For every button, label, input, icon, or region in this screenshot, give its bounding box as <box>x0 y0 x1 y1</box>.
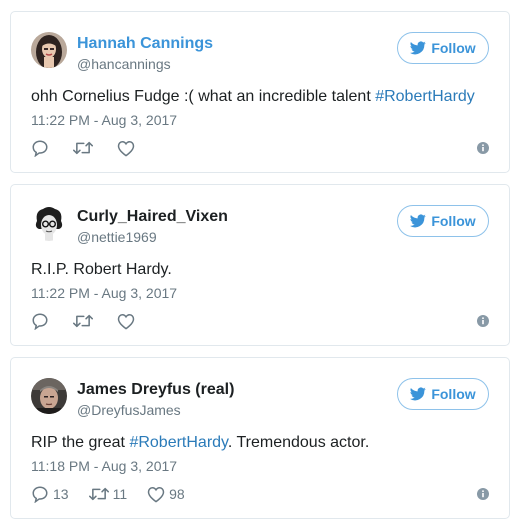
reply-button[interactable]: 13 <box>31 485 69 503</box>
avatar[interactable] <box>31 378 67 414</box>
retweet-icon <box>73 314 93 328</box>
avatar[interactable] <box>31 32 67 68</box>
info-icon[interactable] <box>477 142 489 154</box>
tweet-text: ohh Cornelius Fudge :( what an incredibl… <box>31 86 475 108</box>
follow-label: Follow <box>431 386 476 402</box>
twitter-bird-icon <box>410 214 427 228</box>
tweet-text: RIP the great #RobertHardy. Tremendous a… <box>31 432 369 454</box>
reply-button[interactable] <box>31 139 53 157</box>
heart-icon <box>117 313 135 330</box>
like-button[interactable] <box>117 140 139 157</box>
author-name[interactable]: Curly_Haired_Vixen <box>77 207 228 227</box>
heart-icon <box>147 486 165 503</box>
reply-icon <box>32 140 48 157</box>
retweet-count: 11 <box>112 486 128 502</box>
tweet-card: Curly_Haired_Vixen @nettie1969 Follow R.… <box>10 184 510 346</box>
hashtag-link[interactable]: #RobertHardy <box>375 88 475 105</box>
author-name[interactable]: James Dreyfus (real) <box>77 380 234 400</box>
tweet-actions: 13 11 98 <box>31 484 205 504</box>
author-name[interactable]: Hannah Cannings <box>77 34 213 54</box>
tweet-card: Hannah Cannings @hancannings Follow ohh … <box>10 11 510 173</box>
retweet-icon <box>73 141 93 155</box>
tweet-text-body: RIP the great <box>31 434 130 451</box>
avatar[interactable] <box>31 205 67 241</box>
author-handle[interactable]: @hancannings <box>77 55 171 73</box>
follow-button[interactable]: Follow <box>397 32 489 64</box>
info-icon[interactable] <box>477 315 489 327</box>
tweet-text-body: R.I.P. Robert Hardy. <box>31 261 172 278</box>
tweet-actions <box>31 138 159 158</box>
tweet-actions <box>31 311 159 331</box>
tweet-text-body: ohh Cornelius Fudge :( what an incredibl… <box>31 88 376 105</box>
tweet-feed: Hannah Cannings @hancannings Follow ohh … <box>0 0 520 521</box>
follow-label: Follow <box>431 40 476 56</box>
tweet-timestamp[interactable]: 11:22 PM - Aug 3, 2017 <box>31 284 177 302</box>
reply-icon <box>32 486 48 503</box>
tweet-timestamp[interactable]: 11:22 PM - Aug 3, 2017 <box>31 111 177 129</box>
retweet-button[interactable] <box>73 139 97 157</box>
hashtag-link[interactable]: #RobertHardy <box>129 434 227 451</box>
info-icon[interactable] <box>477 488 489 500</box>
retweet-icon <box>88 487 109 501</box>
author-handle[interactable]: @DreyfusJames <box>77 401 181 419</box>
reply-count: 13 <box>53 486 69 502</box>
tweet-text: R.I.P. Robert Hardy. <box>31 259 172 281</box>
reply-icon <box>32 313 48 330</box>
tweet-card: James Dreyfus (real) @DreyfusJames Follo… <box>10 357 510 519</box>
follow-label: Follow <box>431 213 476 229</box>
like-button[interactable]: 98 <box>147 486 185 503</box>
retweet-button[interactable]: 11 <box>88 485 128 503</box>
heart-icon <box>117 140 135 157</box>
tweet-text-after: . Tremendous actor. <box>227 434 370 451</box>
like-button[interactable] <box>117 313 139 330</box>
tweet-timestamp[interactable]: 11:18 PM - Aug 3, 2017 <box>31 457 177 475</box>
reply-button[interactable] <box>31 312 53 330</box>
like-count: 98 <box>169 486 185 502</box>
follow-button[interactable]: Follow <box>397 205 489 237</box>
retweet-button[interactable] <box>73 312 97 330</box>
follow-button[interactable]: Follow <box>397 378 489 410</box>
twitter-bird-icon <box>410 41 427 55</box>
twitter-bird-icon <box>410 387 427 401</box>
author-handle[interactable]: @nettie1969 <box>77 228 157 246</box>
